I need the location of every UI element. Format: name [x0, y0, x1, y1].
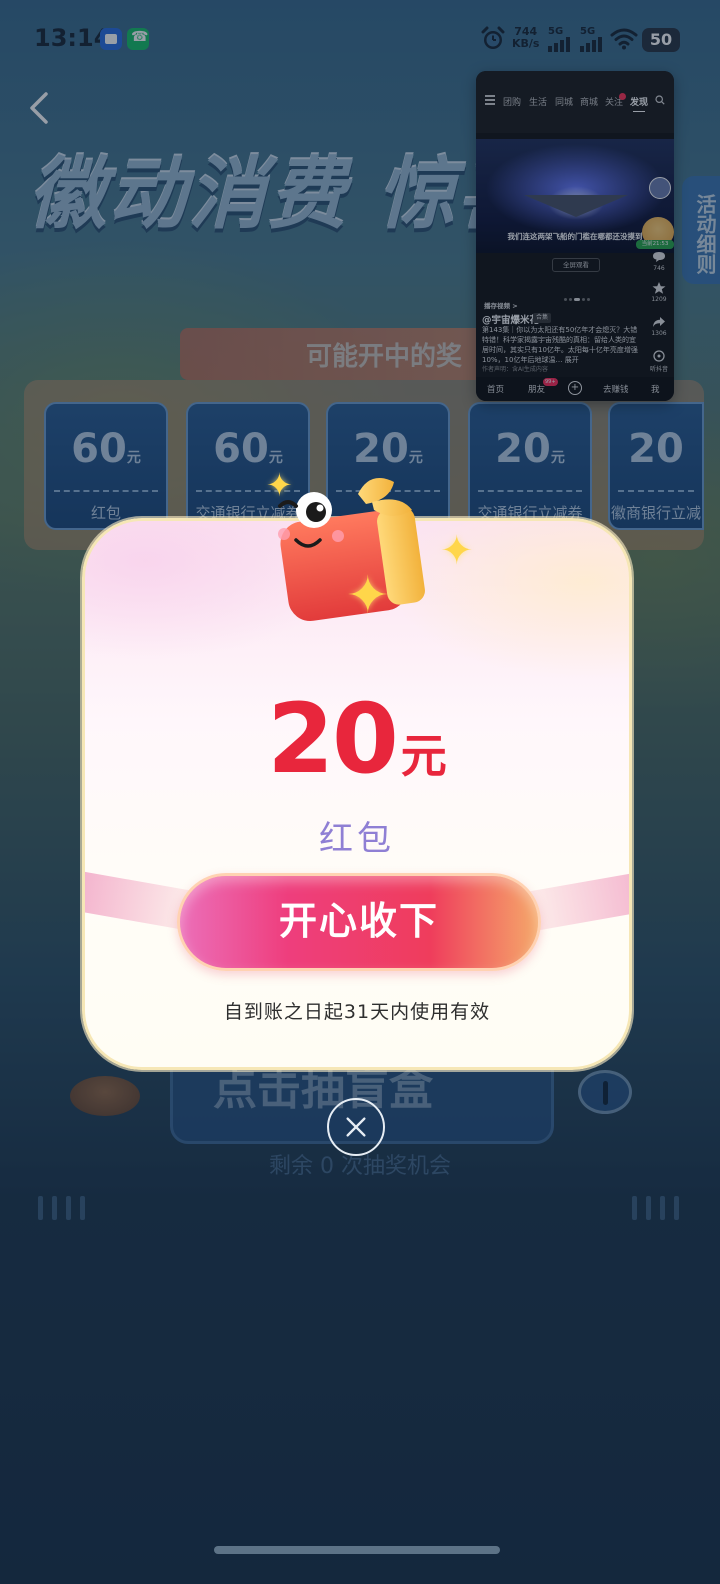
- claim-button[interactable]: 开心收下: [177, 873, 541, 971]
- reward-amount: 20元: [85, 683, 629, 795]
- sparkle-star-icon: ✦: [440, 528, 474, 574]
- sparkle-star-icon: ✦: [266, 466, 293, 504]
- validity-text: 自到账之日起31天内使用有效: [223, 1001, 491, 1023]
- close-icon[interactable]: [327, 1098, 385, 1156]
- home-indicator[interactable]: [214, 1546, 500, 1554]
- reward-amount-unit: 元: [400, 729, 447, 783]
- reward-amount-number: 20: [267, 683, 399, 795]
- reward-prize-name: 红包: [319, 819, 395, 859]
- sparkle-star-icon: ✦: [346, 566, 390, 626]
